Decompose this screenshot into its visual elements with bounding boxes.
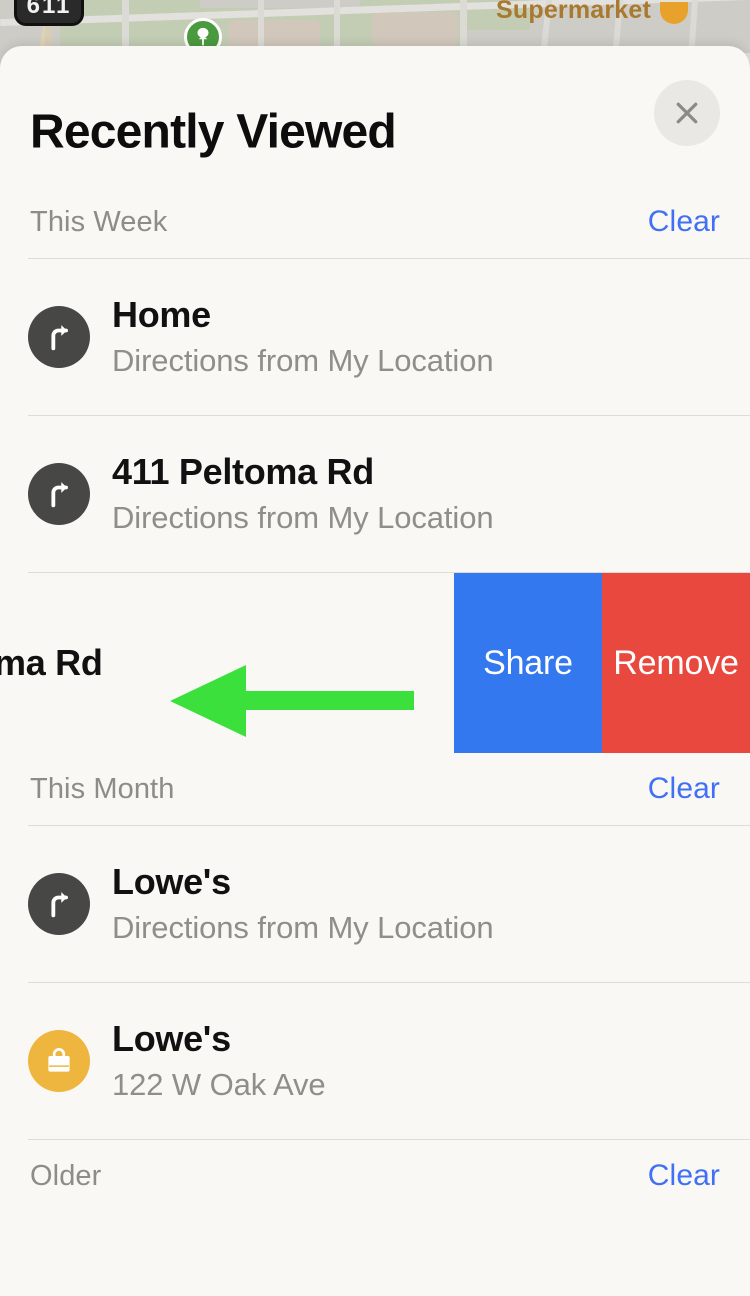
map-road-sign-label: 611 xyxy=(27,0,72,23)
list-item-411-peltoma-rd[interactable]: 411 Peltoma Rd Directions from My Locati… xyxy=(0,416,750,572)
section-header-this-month: This Month Clear xyxy=(0,753,750,825)
swipe-action-group: Share Remove xyxy=(454,573,750,753)
list-item-subtitle: Directions from My Location xyxy=(112,908,494,948)
share-button[interactable]: Share xyxy=(454,573,602,753)
section-header-older: Older Clear xyxy=(0,1140,750,1212)
clear-button-this-week[interactable]: Clear xyxy=(648,205,720,239)
section-header-this-week: This Week Clear xyxy=(0,186,750,258)
clear-button-older[interactable]: Clear xyxy=(648,1159,720,1193)
map-label-supermarket: Supermarket xyxy=(496,0,651,25)
list-item-text: Home Directions from My Location xyxy=(112,293,494,381)
list-item-subtitle: Directions from My Location xyxy=(112,498,494,538)
list-item-subtitle: 122 W Oak Ave xyxy=(112,1065,326,1105)
section-title: Older xyxy=(30,1160,101,1193)
list-item-title: Lowe's xyxy=(112,860,494,904)
list-item-title: Home xyxy=(112,293,494,337)
section-title: This Week xyxy=(30,206,167,239)
close-button[interactable] xyxy=(654,80,720,146)
list-item-text: 411 Peltoma Rd Directions from My Locati… xyxy=(112,450,494,538)
list-item-text: Lowe's 122 W Oak Ave xyxy=(112,1017,326,1105)
list-item-lowes-place[interactable]: Lowe's 122 W Oak Ave xyxy=(0,983,750,1139)
list-item-text: Lowe's Directions from My Location xyxy=(112,860,494,948)
restaurant-icon xyxy=(660,2,688,24)
directions-arrow-icon xyxy=(28,463,90,525)
clear-button-this-month[interactable]: Clear xyxy=(648,772,720,806)
list-item-home[interactable]: Home Directions from My Location xyxy=(0,259,750,415)
sheet-header: Recently Viewed xyxy=(0,46,750,186)
remove-button[interactable]: Remove xyxy=(602,573,750,753)
directions-arrow-icon xyxy=(28,873,90,935)
directions-arrow-icon xyxy=(28,306,90,368)
section-title: This Month xyxy=(30,773,174,806)
page-title: Recently Viewed xyxy=(30,105,396,160)
list-item-swiped[interactable]: ma Rd Share Remove xyxy=(0,573,750,753)
list-item-subtitle: Directions from My Location xyxy=(112,341,494,381)
list-item-title: 411 Peltoma Rd xyxy=(112,450,494,494)
shopping-bag-icon xyxy=(28,1030,90,1092)
list-item-title-truncated: ma Rd xyxy=(0,642,103,684)
map-road-sign: 611 xyxy=(14,0,84,26)
recently-viewed-sheet: Recently Viewed This Week Clear Home xyxy=(0,46,750,1296)
close-icon xyxy=(672,98,702,128)
list-item-title: Lowe's xyxy=(112,1017,326,1061)
list-item-lowes-directions[interactable]: Lowe's Directions from My Location xyxy=(0,826,750,982)
app-screen: 611 Supermarket Recently Viewed This Wee… xyxy=(0,0,750,1296)
